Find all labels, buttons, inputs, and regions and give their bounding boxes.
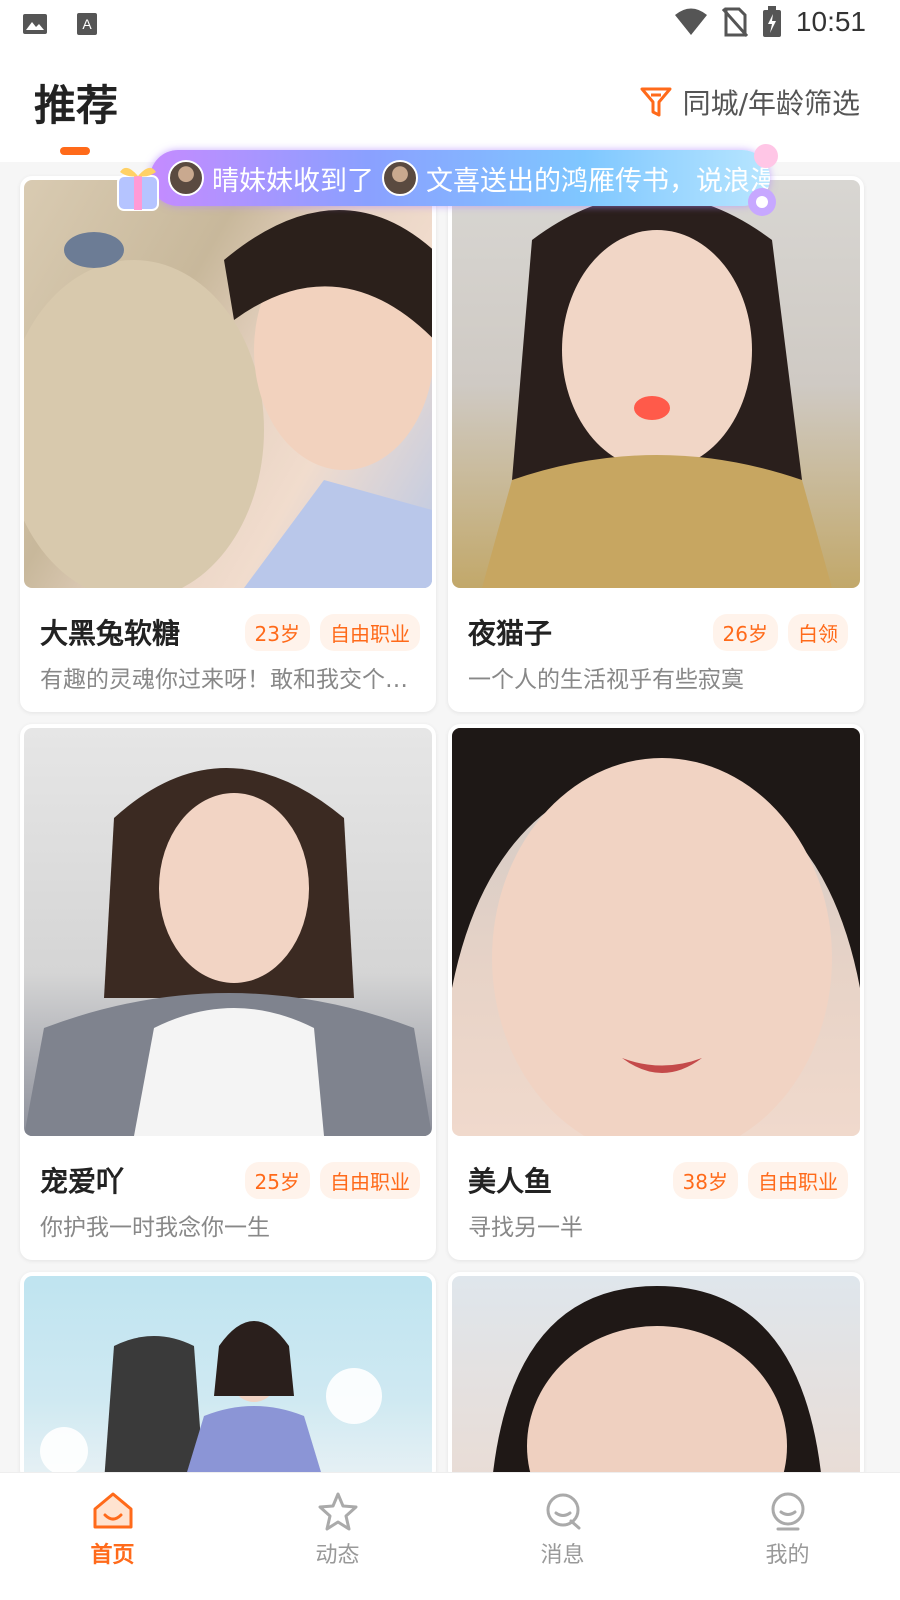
page-title[interactable]: 推荐 — [34, 72, 118, 133]
profile-photo — [24, 180, 432, 588]
profile-card[interactable]: 美人鱼 38岁 自由职业 寻找另一半 — [448, 724, 864, 1260]
nav-label: 我的 — [765, 1543, 810, 1568]
sender-avatar — [168, 160, 204, 196]
banner-text-receiver: 晴妹妹收到了 — [212, 165, 374, 197]
filter-button[interactable]: 同城/年龄筛选 — [639, 82, 860, 122]
age-tag: 26岁 — [712, 614, 778, 651]
nav-moments[interactable]: 动态 — [225, 1473, 450, 1600]
gallery-icon — [22, 12, 48, 36]
nav-messages[interactable]: 消息 — [450, 1473, 675, 1600]
filter-icon — [640, 87, 672, 117]
profile-card[interactable]: 夜猫子 26岁 白领 一个人的生活视乎有些寂寞 — [448, 176, 864, 712]
tab-indicator — [60, 147, 90, 155]
profile-card[interactable]: 宠爱吖 25岁 自由职业 你护我一时我念你一生 — [20, 724, 436, 1260]
nav-profile[interactable]: 我的 — [675, 1473, 900, 1600]
profile-bio: 一个人的生活视乎有些寂寞 — [468, 667, 744, 693]
wifi-icon — [674, 8, 707, 35]
battery-icon — [762, 6, 781, 37]
flower-decoration-icon — [748, 144, 778, 216]
age-tag: 38岁 — [672, 1162, 738, 1199]
profile-photo — [452, 1276, 860, 1482]
svg-text:A: A — [82, 16, 92, 32]
profile-bio: 寻找另一半 — [468, 1215, 583, 1241]
no-sim-icon — [721, 7, 748, 37]
clock: 10:51 — [795, 6, 866, 37]
nav-label: 动态 — [315, 1543, 360, 1568]
nav-label: 消息 — [540, 1543, 585, 1568]
banner-text-gift: 文喜送出的鸿雁传书，说浪漫到 — [426, 165, 770, 197]
profile-card[interactable] — [448, 1272, 864, 1482]
job-tag: 自由职业 — [748, 1162, 848, 1199]
job-tag: 自由职业 — [320, 1162, 420, 1199]
profile-photo — [452, 180, 860, 588]
profile-name: 宠爱吖 — [40, 1165, 125, 1198]
profile-photo — [24, 728, 432, 1136]
filter-label: 同城/年龄筛选 — [682, 87, 860, 120]
gift-broadcast-banner[interactable]: 晴妹妹收到了 文喜送出的鸿雁传书，说浪漫到 — [110, 140, 790, 222]
profile-photo — [452, 728, 860, 1136]
home-icon — [93, 1492, 132, 1529]
text-a-icon: A — [74, 12, 100, 36]
star-icon — [318, 1492, 357, 1531]
profile-card[interactable]: 大黑兔软糖 23岁 自由职业 有趣的灵魂你过来呀！敢和我交个朋友吗 — [20, 176, 436, 712]
status-bar: A 10:51 — [0, 0, 900, 52]
nav-label: 首页 — [90, 1543, 135, 1568]
profile-name: 夜猫子 — [468, 617, 553, 650]
gift-box-icon — [117, 167, 159, 211]
profile-bio: 有趣的灵魂你过来呀！敢和我交个朋友吗 — [40, 667, 420, 693]
age-tag: 25岁 — [244, 1162, 310, 1199]
profile-photo — [24, 1276, 432, 1482]
profile-name: 美人鱼 — [468, 1165, 553, 1198]
message-icon — [546, 1493, 580, 1530]
giver-avatar — [382, 160, 418, 196]
nav-home[interactable]: 首页 — [0, 1473, 225, 1600]
profile-card[interactable] — [20, 1272, 436, 1482]
profile-name: 大黑兔软糖 — [40, 617, 181, 650]
profile-bio: 你护我一时我念你一生 — [40, 1215, 270, 1241]
age-tag: 23岁 — [244, 614, 310, 651]
bottom-nav: 首页 动态 消息 我的 — [0, 1472, 900, 1600]
profile-icon — [771, 1492, 804, 1531]
job-tag: 白领 — [788, 614, 848, 651]
job-tag: 自由职业 — [320, 614, 420, 651]
